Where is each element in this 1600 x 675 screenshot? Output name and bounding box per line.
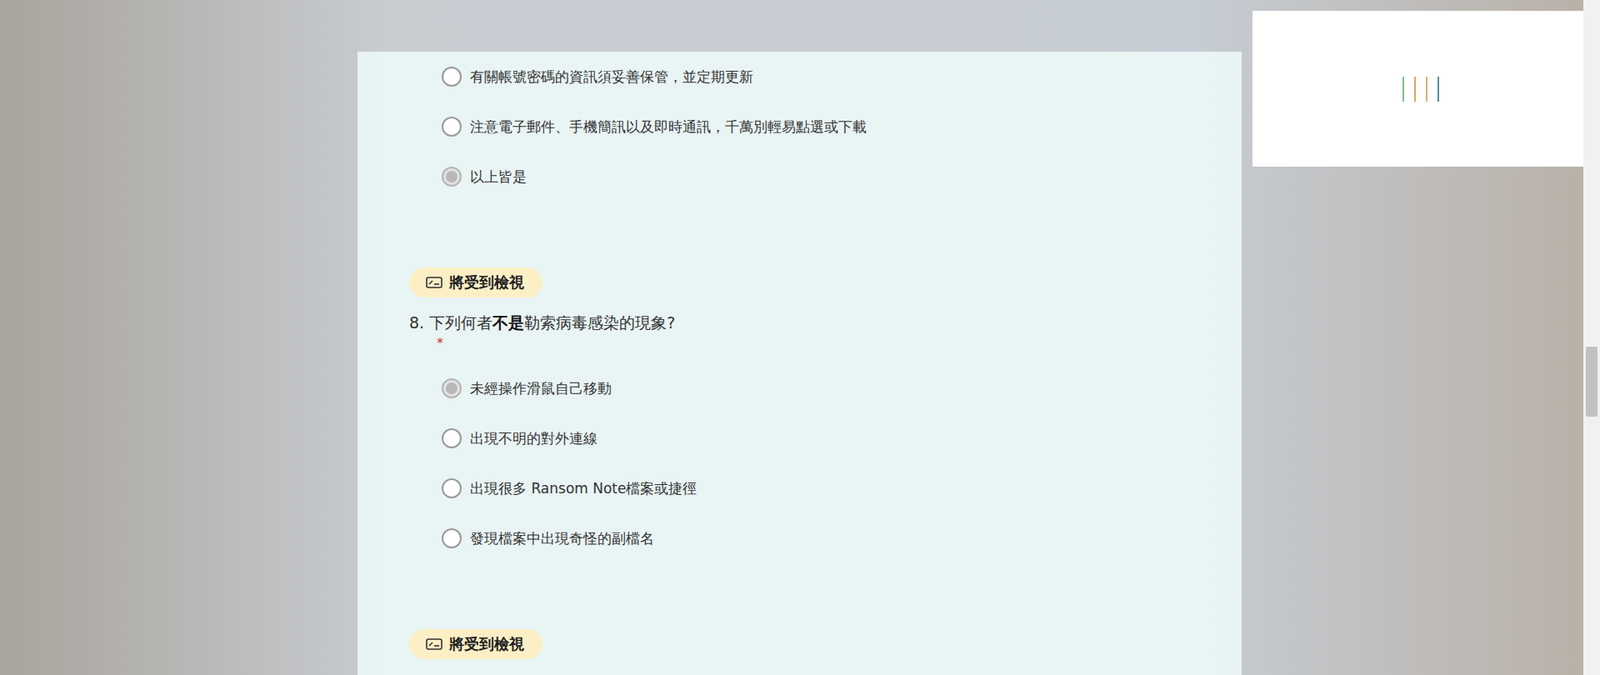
radio-button[interactable]: [441, 66, 462, 87]
option-list: 有關帳號密碼的資訊須妥善保管，並定期更新注意電子郵件、手機簡訊以及即時通訊，千萬…: [409, 51, 1242, 202]
form-panel: 有關帳號密碼的資訊須妥善保管，並定期更新注意電子郵件、手機簡訊以及即時通訊，千萬…: [357, 51, 1242, 675]
scrollbar[interactable]: [1583, 0, 1600, 675]
review-badge: 將受到檢視: [409, 629, 543, 660]
radio-option[interactable]: 以上皆是: [441, 151, 1242, 202]
question-title: 8. 下列何者不是勒索病毒感染的現象?: [409, 310, 1242, 335]
loading-spinner-icon: [1400, 75, 1441, 104]
radio-button[interactable]: [441, 378, 462, 399]
radio-option[interactable]: 注意電子郵件、手機簡訊以及即時通訊，千萬別輕易點選或下載: [441, 101, 1242, 152]
radio-button[interactable]: [441, 528, 462, 549]
option-list: 未經操作滑鼠自己移動出現不明的對外連線出現很多 Ransom Note檔案或捷徑…: [409, 363, 1242, 564]
radio-button[interactable]: [441, 166, 462, 187]
required-mark: *: [436, 334, 1242, 353]
radio-dot: [445, 170, 458, 183]
question: 將受到檢視: [409, 629, 1242, 660]
radio-option[interactable]: 有關帳號密碼的資訊須妥善保管，並定期更新: [441, 51, 1242, 102]
scrollbar-thumb[interactable]: [1585, 346, 1598, 417]
radio-button[interactable]: [441, 428, 462, 449]
question: 有關帳號密碼的資訊須妥善保管，並定期更新注意電子郵件、手機簡訊以及即時通訊，千萬…: [409, 51, 1242, 202]
review-card-icon: [425, 275, 443, 290]
radio-dot: [445, 382, 458, 395]
loading-panel: [1252, 10, 1590, 167]
review-badge: 將受到檢視: [409, 267, 543, 298]
radio-button[interactable]: [441, 116, 462, 137]
review-card-icon: [425, 637, 443, 651]
radio-button[interactable]: [441, 478, 462, 499]
page: 有關帳號密碼的資訊須妥善保管，並定期更新注意電子郵件、手機簡訊以及即時通訊，千萬…: [0, 0, 1600, 675]
radio-option[interactable]: 發現檔案中出現奇怪的副檔名: [441, 513, 1242, 564]
radio-option[interactable]: 未經操作滑鼠自己移動: [441, 363, 1242, 414]
radio-option[interactable]: 出現很多 Ransom Note檔案或捷徑: [441, 463, 1242, 514]
radio-option[interactable]: 出現不明的對外連線: [441, 413, 1242, 464]
question: 將受到檢視 8. 下列何者不是勒索病毒感染的現象?* 未經操作滑鼠自己移動出現不明的…: [409, 267, 1242, 564]
